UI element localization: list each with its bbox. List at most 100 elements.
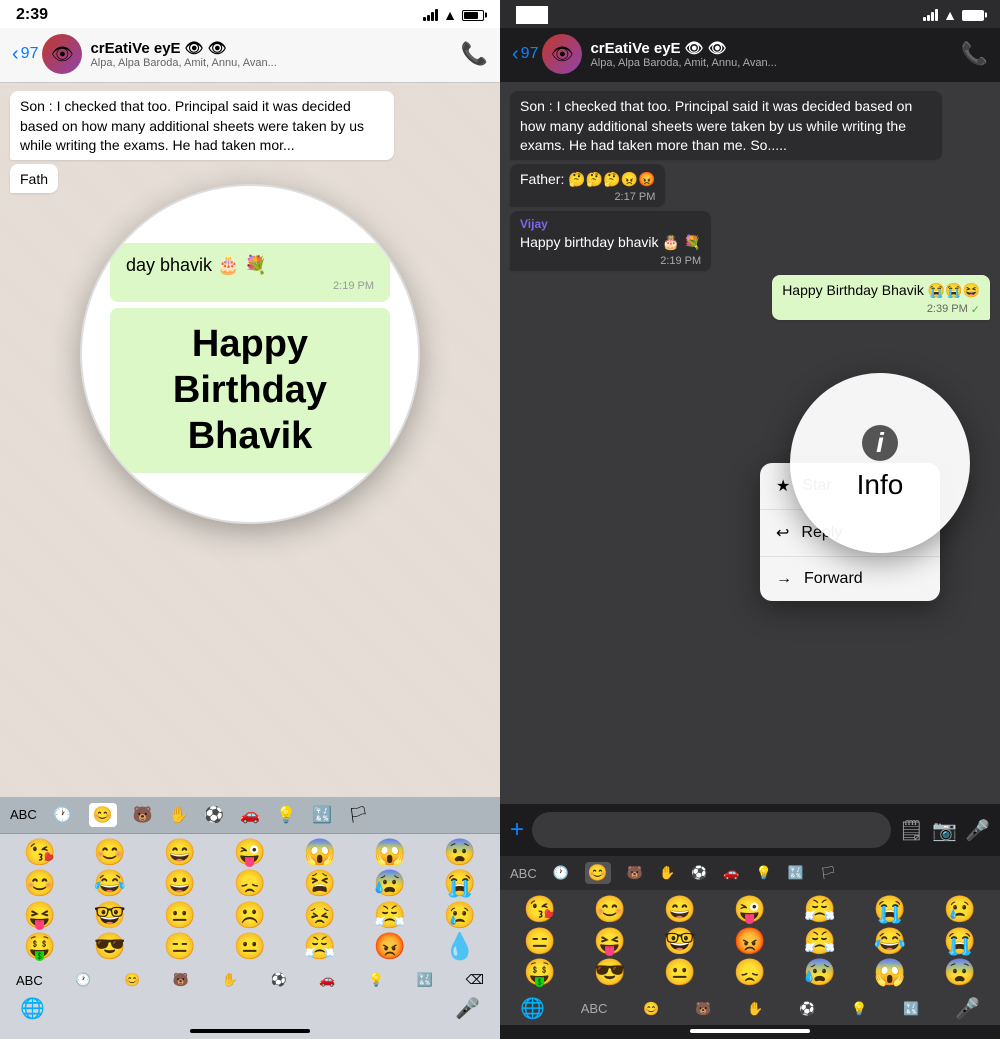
add-attachment-button[interactable]: + bbox=[510, 816, 524, 844]
right-chat-info[interactable]: crEatiVe eyE 👁 👁 Alpa, Alpa Baroda, Amit… bbox=[590, 39, 960, 69]
right-animal-bottom[interactable]: 🐻 bbox=[695, 1001, 711, 1017]
emoji-cell[interactable]: 😞 bbox=[234, 869, 266, 898]
emoji-cell[interactable]: 😊 bbox=[94, 838, 126, 867]
clock-key[interactable]: 🕐 bbox=[53, 805, 73, 825]
emoji-cell[interactable]: 😢 bbox=[444, 901, 476, 930]
emoji-cell[interactable]: 😭 bbox=[444, 869, 476, 898]
right-objects-bottom[interactable]: 💡 bbox=[851, 1001, 867, 1017]
emoji-cell[interactable]: 😤 bbox=[304, 932, 336, 961]
emoji-cell[interactable]: 💧 bbox=[444, 932, 476, 961]
hand-key[interactable]: ✋ bbox=[169, 805, 189, 825]
emoji-cell[interactable]: 😤 bbox=[804, 895, 836, 924]
emoji-cell[interactable]: 😘 bbox=[24, 838, 56, 867]
emoji-cell[interactable]: 😂 bbox=[874, 927, 906, 956]
right-emoji-key[interactable]: 😊 bbox=[585, 862, 611, 884]
forward-menu-item[interactable]: → Forward bbox=[760, 557, 940, 601]
right-mic-key[interactable]: 🎤 bbox=[955, 996, 980, 1021]
emoji-cell[interactable]: 😝 bbox=[24, 901, 56, 930]
emoji-cell[interactable]: 😎 bbox=[594, 958, 626, 987]
right-emoji-bottom[interactable]: 😊 bbox=[643, 1001, 659, 1017]
right-clock-key[interactable]: 🕐 bbox=[553, 865, 569, 881]
flag-key[interactable]: 🏳 bbox=[348, 805, 368, 825]
info-circle[interactable]: i Info bbox=[790, 373, 970, 553]
emoji-cell[interactable]: 😱 bbox=[874, 958, 906, 987]
emoji-cell[interactable]: 😂 bbox=[94, 869, 126, 898]
right-call-button[interactable]: 📞 bbox=[961, 41, 988, 67]
delete-key[interactable]: ⌫ bbox=[466, 972, 484, 988]
emoji-cell[interactable]: 😡 bbox=[734, 927, 766, 956]
emoji-cell[interactable]: 😝 bbox=[594, 927, 626, 956]
emoji-cell[interactable]: 😨 bbox=[444, 838, 476, 867]
emoji-cell[interactable]: 🤑 bbox=[24, 932, 56, 961]
right-objects-key[interactable]: 💡 bbox=[756, 865, 772, 881]
message-input[interactable] bbox=[532, 812, 891, 848]
right-sports-bottom[interactable]: ⚽ bbox=[799, 1001, 815, 1017]
emoji-cell[interactable]: 😭 bbox=[944, 927, 976, 956]
right-travel-key[interactable]: 🚗 bbox=[723, 865, 739, 881]
objects-key[interactable]: 💡 bbox=[276, 805, 296, 825]
animal-key[interactable]: 🐻 bbox=[133, 805, 153, 825]
hand-bottom-key[interactable]: ✋ bbox=[222, 972, 238, 988]
right-symbols-key[interactable]: 🔣 bbox=[788, 865, 804, 881]
animal-bottom-key[interactable]: 🐻 bbox=[173, 972, 189, 988]
emoji-cell[interactable]: 😱 bbox=[374, 838, 406, 867]
emoji-cell[interactable]: 😤 bbox=[374, 901, 406, 930]
right-sports-key[interactable]: ⚽ bbox=[691, 865, 707, 881]
chat-info[interactable]: crEatiVe eyE 👁 👁 Alpa, Alpa Baroda, Amit… bbox=[90, 39, 460, 69]
symbols-key[interactable]: 🔣 bbox=[312, 805, 332, 825]
symbols-bottom-key[interactable]: 🔣 bbox=[417, 972, 433, 988]
travel-key[interactable]: 🚗 bbox=[240, 805, 260, 825]
emoji-cell[interactable]: 😱 bbox=[304, 838, 336, 867]
emoji-cell[interactable]: 😣 bbox=[304, 901, 336, 930]
emoji-cell[interactable]: 🤓 bbox=[664, 927, 696, 956]
abc-bottom-key[interactable]: ABC bbox=[16, 973, 43, 988]
emoji-cell[interactable]: 😰 bbox=[374, 869, 406, 898]
right-hand-key[interactable]: ✋ bbox=[659, 865, 675, 881]
emoji-cell[interactable]: 😄 bbox=[164, 838, 196, 867]
emoji-cell[interactable]: 😨 bbox=[944, 958, 976, 987]
emoji-cell[interactable]: 😎 bbox=[94, 932, 126, 961]
back-button[interactable]: ‹ 97 bbox=[12, 44, 38, 64]
right-animal-key[interactable]: 🐻 bbox=[627, 865, 643, 881]
emoji-cell[interactable]: 😐 bbox=[234, 932, 266, 961]
right-hand-bottom[interactable]: ✋ bbox=[747, 1001, 763, 1017]
emoji-cell[interactable]: 😡 bbox=[374, 932, 406, 961]
travel-bottom-key[interactable]: 🚗 bbox=[319, 972, 335, 988]
objects-bottom-key[interactable]: 💡 bbox=[368, 972, 384, 988]
emoji-cell[interactable]: 😐 bbox=[164, 901, 196, 930]
emoji-cell[interactable]: 😢 bbox=[944, 895, 976, 924]
emoji-cell[interactable]: 😑 bbox=[524, 927, 556, 956]
right-flag-key[interactable]: 🏳 bbox=[820, 865, 837, 881]
call-button[interactable]: 📞 bbox=[461, 41, 488, 67]
emoji-cell[interactable]: 🤑 bbox=[524, 958, 556, 987]
right-globe-key[interactable]: 🌐 bbox=[520, 996, 545, 1021]
right-symbols-bottom[interactable]: 🔣 bbox=[903, 1001, 919, 1017]
emoji-cell[interactable]: 😤 bbox=[804, 927, 836, 956]
emoji-cell[interactable]: 😘 bbox=[524, 895, 556, 924]
emoji-cell[interactable]: 😄 bbox=[664, 895, 696, 924]
sticker-button[interactable]: 🗒 bbox=[899, 818, 924, 843]
clock-bottom-key[interactable]: 🕐 bbox=[75, 972, 91, 988]
camera-button[interactable]: 📷 bbox=[932, 818, 957, 843]
mic-key[interactable]: 🎤 bbox=[455, 996, 480, 1021]
globe-key[interactable]: 🌐 bbox=[20, 996, 45, 1021]
emoji-cell[interactable]: 😀 bbox=[164, 869, 196, 898]
emoji-cell[interactable]: 🤓 bbox=[94, 901, 126, 930]
emoji-cell[interactable]: 😰 bbox=[804, 958, 836, 987]
emoji-bottom-key[interactable]: 😊 bbox=[124, 972, 140, 988]
sports-bottom-key[interactable]: ⚽ bbox=[270, 972, 286, 988]
emoji-cell[interactable]: 😊 bbox=[24, 869, 56, 898]
emoji-cell[interactable]: 😜 bbox=[734, 895, 766, 924]
emoji-cell[interactable]: 😭 bbox=[874, 895, 906, 924]
emoji-cell[interactable]: 😑 bbox=[164, 932, 196, 961]
sports-key[interactable]: ⚽ bbox=[204, 805, 224, 825]
emoji-cell[interactable]: 😫 bbox=[304, 869, 336, 898]
emoji-cell[interactable]: 😜 bbox=[234, 838, 266, 867]
emoji-cell[interactable]: 😐 bbox=[664, 958, 696, 987]
right-back-button[interactable]: ‹ 97 bbox=[512, 44, 538, 64]
emoji-cell[interactable]: 😊 bbox=[594, 895, 626, 924]
voice-button[interactable]: 🎤 bbox=[965, 818, 990, 843]
right-abc-key[interactable]: ABC bbox=[510, 866, 537, 881]
right-keyboard[interactable]: ABC 🕐 😊 🐻 ✋ ⚽ 🚗 💡 🔣 🏳 😘 😊 😄 😜 😤 😭 😢 � bbox=[500, 856, 1000, 1039]
emoji-key[interactable]: 😊 bbox=[89, 803, 117, 827]
